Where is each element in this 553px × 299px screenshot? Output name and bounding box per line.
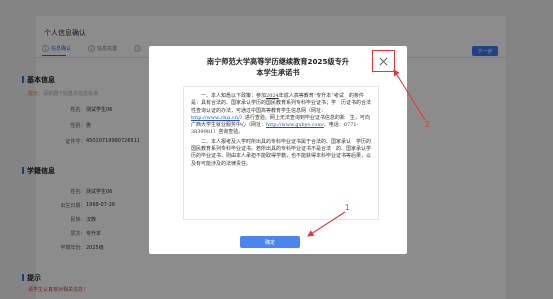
confirm-button[interactable]: 确定	[240, 236, 300, 248]
gxbys-link[interactable]: http://www.gxbys.com/	[266, 122, 324, 128]
chsi-link[interactable]: http://www.chsi.cn/	[191, 115, 240, 121]
close-button[interactable]	[372, 50, 395, 72]
annotation-label-1: 1	[345, 203, 350, 212]
commitment-modal: 南宁师范大学高等学历继续教育2025级专升 本学生承诺书 一、本人知悉以下政策：…	[149, 46, 407, 254]
commitment-paragraph-2: 二、本人报考及入学时所出具的专科毕业证书属于合法的、国家承认 学历的国民教育系列…	[191, 138, 372, 167]
commitment-text-box[interactable]: 一、本人知悉以下政策：参加2024年成人高等教育“专升本”考试 的条件是：具有合…	[183, 86, 379, 220]
close-icon	[379, 57, 388, 65]
annotation-label-2: 2	[425, 120, 430, 129]
commitment-paragraph-1: 一、本人知悉以下政策：参加2024年成人高等教育“专升本”考试 的条件是：具有合…	[191, 93, 372, 136]
modal-title: 南宁师范大学高等学历继续教育2025级专升 本学生承诺书	[206, 57, 350, 77]
